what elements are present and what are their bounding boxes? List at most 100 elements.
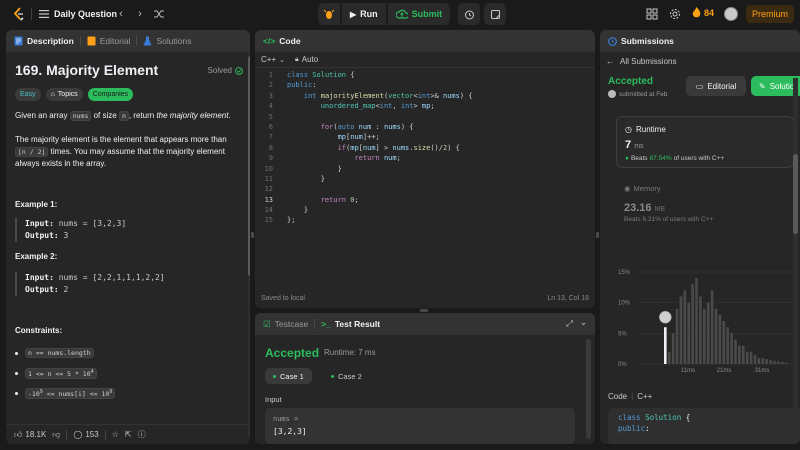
chart-bar[interactable]	[753, 354, 757, 364]
tab-submissions[interactable]: Submissions	[608, 36, 674, 46]
timer-button[interactable]	[458, 3, 481, 25]
description-panel: Description Editorial Solutions 169. Maj…	[6, 30, 250, 444]
bug-icon	[323, 9, 335, 19]
chart-bar[interactable]	[675, 308, 679, 364]
chart-bar[interactable]	[734, 339, 737, 364]
solved-status: Solved	[208, 66, 243, 75]
tab-description[interactable]: Description	[14, 36, 74, 46]
scrollbar-thumb[interactable]	[248, 56, 250, 276]
chart-bar[interactable]	[738, 345, 741, 364]
input-label: Input:	[25, 273, 54, 282]
expand-icon[interactable]: ⤢	[566, 318, 573, 329]
resize-handle[interactable]	[251, 232, 254, 238]
dislike-button[interactable]: 👎︎	[52, 430, 60, 440]
run-button[interactable]: ▶ Run	[342, 3, 386, 25]
favorite-button[interactable]: ☆	[112, 430, 119, 439]
chart-bar[interactable]	[730, 333, 733, 364]
auto-mode-toggle[interactable]: 🔒︎ Auto	[295, 55, 318, 64]
tab-testcase[interactable]: ☑ Testcase	[263, 319, 308, 330]
difficulty-badge: Easy	[15, 88, 41, 101]
chart-bar-highlight[interactable]	[664, 327, 667, 364]
chart-bar[interactable]	[671, 333, 675, 364]
chart-bar[interactable]	[718, 314, 722, 364]
chart-x-tick-label: 11ms	[681, 368, 695, 374]
language-select[interactable]: C++ ⌄	[261, 55, 285, 64]
user-avatar[interactable]	[724, 7, 738, 21]
code-line: 2 public:	[268, 81, 317, 90]
resize-handle[interactable]	[420, 309, 428, 312]
chart-bar[interactable]	[726, 327, 729, 364]
chart-bar[interactable]	[679, 296, 683, 364]
problem-list-icon[interactable]	[39, 9, 49, 19]
edit-icon: ✎	[759, 81, 766, 91]
comments-button[interactable]: ◯ 153	[73, 430, 98, 439]
tab-editorial[interactable]: Editorial	[87, 36, 130, 46]
layout-grid-icon[interactable]	[646, 8, 658, 20]
memory-header[interactable]: ◉ Memory	[624, 184, 661, 193]
exponent: 9	[109, 389, 113, 395]
chart-bar[interactable]	[714, 308, 718, 364]
settings-gear-icon[interactable]	[669, 8, 681, 20]
chart-bar[interactable]	[749, 351, 753, 364]
auto-label: Auto	[301, 55, 319, 64]
chart-bar[interactable]	[703, 308, 706, 364]
companies-tag[interactable]: Companies	[87, 88, 134, 101]
chart-bar[interactable]	[687, 302, 690, 364]
chart-user-marker	[658, 310, 672, 324]
beats-percent: 6.31%	[642, 216, 661, 223]
like-button[interactable]: 👍︎ 18.1K	[14, 430, 46, 440]
runtime-distribution-chart[interactable]: 15% 10% 5% 0% 11ms 21ms 31ms	[616, 234, 800, 374]
scrollbar-thumb[interactable]	[793, 154, 798, 234]
tab-test-result[interactable]: >_ Test Result	[321, 319, 380, 329]
comment-icon: ◯	[73, 430, 83, 439]
chart-bar[interactable]	[765, 359, 768, 364]
notes-button[interactable]	[484, 3, 507, 25]
runtime-card[interactable]: ◷ Runtime 7 ms ● Beats 87.54% of users w…	[616, 116, 794, 168]
next-problem-icon[interactable]: ›	[135, 8, 145, 20]
case-1-tab[interactable]: Case 1	[265, 368, 312, 384]
chart-bar[interactable]	[784, 362, 788, 364]
chart-bar[interactable]	[699, 296, 702, 364]
chart-bar[interactable]	[695, 278, 698, 364]
chart-bar[interactable]	[706, 302, 710, 364]
chart-bar[interactable]	[777, 361, 780, 364]
chart-bar[interactable]	[722, 321, 726, 364]
tab-solutions[interactable]: Solutions	[143, 36, 191, 46]
chart-y-tick-label: 0%	[618, 362, 627, 368]
submit-button[interactable]: Submit	[387, 3, 451, 25]
chart-bar[interactable]	[683, 290, 687, 364]
streak-counter[interactable]: 84	[692, 7, 714, 18]
resize-handle[interactable]	[596, 232, 599, 238]
submissions-scrollbar[interactable]	[793, 78, 798, 438]
all-submissions-link[interactable]: ← All Submissions	[606, 57, 676, 66]
top-nav: Daily Question ‹ › ▶ Run Submit 84 Premi…	[0, 0, 800, 28]
chart-bar[interactable]	[745, 351, 749, 364]
editorial-button[interactable]: ▭ Editorial	[686, 76, 746, 96]
debug-button[interactable]	[318, 3, 340, 25]
help-button[interactable]: ⓘ	[138, 429, 146, 440]
collapse-chevron-icon[interactable]: ⌄	[580, 317, 587, 328]
topics-tag[interactable]: ⌂ Topics	[45, 88, 83, 101]
shuffle-icon[interactable]	[154, 9, 164, 19]
chart-bar[interactable]	[691, 284, 694, 364]
code-editor[interactable]: 1 class Solution { 2 public: 3 int majorit…	[255, 70, 595, 226]
test-scrollbar[interactable]	[586, 339, 591, 439]
chart-bar[interactable]	[757, 357, 761, 364]
description-scrollbar[interactable]	[248, 52, 250, 438]
chart-bar[interactable]	[742, 345, 745, 364]
tab-separator	[314, 319, 316, 329]
prev-problem-icon[interactable]: ‹	[116, 8, 126, 20]
code-line: 11 }	[264, 174, 325, 183]
chart-bar[interactable]	[710, 290, 714, 364]
tab-code[interactable]: </> Code	[263, 36, 301, 46]
chart-bar[interactable]	[773, 360, 776, 364]
chart-bar[interactable]	[769, 360, 772, 364]
chart-bar[interactable]	[761, 357, 765, 364]
chart-bar[interactable]	[781, 362, 784, 364]
case-2-tab[interactable]: Case 2	[323, 368, 370, 384]
leetcode-logo-icon[interactable]	[12, 7, 26, 21]
problem-list-title[interactable]: Daily Question	[54, 9, 117, 19]
share-button[interactable]: ⇱	[125, 430, 132, 439]
premium-button[interactable]: Premium	[746, 5, 794, 23]
chart-bar[interactable]	[667, 351, 671, 364]
